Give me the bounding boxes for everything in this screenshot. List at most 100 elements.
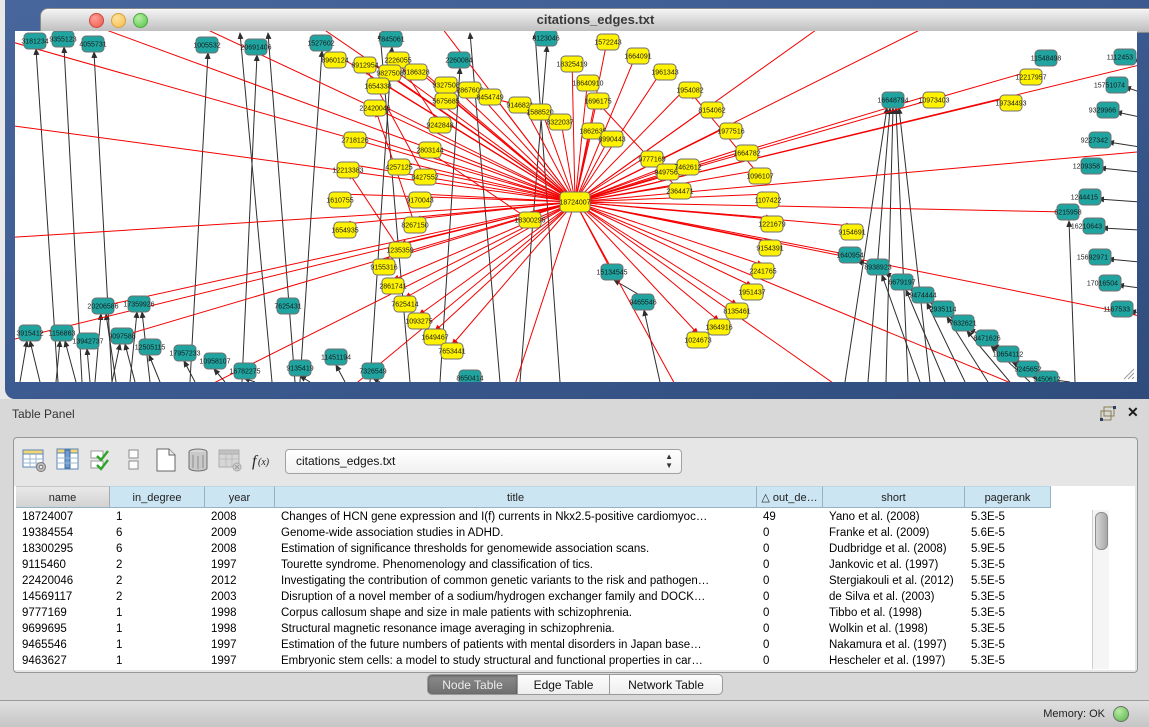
network-edge-directed[interactable] (20, 341, 27, 382)
table-cell: Changes of HCN gene expression and I(f) … (275, 509, 757, 525)
table-cell: Hescheler et al. (1997) (823, 653, 965, 669)
network-node-label: 1024673 (684, 338, 711, 345)
table-row[interactable]: 911546021997Tourette syndrome. Phenomeno… (16, 557, 1096, 573)
network-node-label: 1112453 (1107, 55, 1133, 62)
network-edge-citation[interactable] (575, 71, 1031, 202)
table-cell: 2 (110, 589, 205, 605)
network-edge-citation[interactable] (575, 202, 852, 226)
network-node-label: 8960124 (321, 58, 348, 65)
attribute-table[interactable]: namein_degreeyeartitle△ out_de…shortpage… (14, 486, 1135, 670)
network-edge-directed[interactable] (65, 341, 76, 382)
canvas-resize-grip-icon[interactable] (1121, 366, 1135, 380)
network-edge-citation[interactable] (349, 173, 400, 250)
table-row[interactable]: 977716911998Corpus callosum shape and si… (16, 605, 1096, 621)
float-window-icon[interactable] (1100, 406, 1117, 421)
table-scrollbar[interactable] (1092, 510, 1109, 669)
column-edit-icon[interactable] (54, 446, 82, 474)
network-edge-directed[interactable] (336, 365, 345, 382)
network-edge-directed[interactable] (845, 108, 887, 382)
network-edge-directed[interactable] (644, 310, 660, 382)
column-header-name[interactable]: name (16, 486, 110, 508)
network-edge-citation[interactable] (575, 202, 1068, 212)
network-node-label: 1640954 (836, 253, 863, 260)
column-header-out_de[interactable]: △ out_de… (757, 486, 823, 508)
network-edge-directed[interactable] (149, 355, 160, 382)
network-node-label: 1364916 (705, 325, 732, 332)
network-node-label: 1664091 (624, 54, 651, 61)
citation-network-graph[interactable]: 3181234935512340557311005532206914061527… (15, 31, 1137, 382)
table-cell: Franke et al. (2009) (823, 525, 965, 541)
table-row[interactable]: 946362711997Embryonic stem cells: a mode… (16, 653, 1096, 669)
network-edge-citation[interactable] (103, 202, 575, 306)
network-node-label: 10654112 (993, 352, 1024, 359)
table-cell: 6 (110, 541, 205, 557)
network-edge-directed[interactable] (94, 52, 112, 382)
delete-table-icon[interactable] (184, 446, 212, 474)
network-node-label: 9329966 (1089, 108, 1116, 115)
network-node-label: 8454749 (476, 95, 503, 102)
table-row[interactable]: 2242004622012Investigating the contribut… (16, 573, 1096, 589)
table-cell: 2003 (205, 589, 275, 605)
network-edge-directed[interactable] (87, 349, 90, 382)
function-builder-icon[interactable]: f (x) (249, 446, 277, 474)
tab-node-table[interactable]: Node Table (427, 674, 518, 695)
table-row[interactable]: 1456911722003Disruption of a novel membe… (16, 589, 1096, 605)
new-table-icon[interactable] (152, 446, 180, 474)
network-window-titlebar[interactable]: citations_edges.txt (40, 8, 1149, 33)
network-edge-directed[interactable] (896, 108, 908, 382)
column-header-year[interactable]: year (205, 486, 275, 508)
table-cell: Tibbo et al. (1998) (823, 605, 965, 621)
column-header-pagerank[interactable]: pagerank (965, 486, 1051, 508)
table-cell: 5.3E-5 (965, 653, 1051, 669)
table-row[interactable]: 1872400712008Changes of HCN gene express… (16, 509, 1096, 525)
network-edge-directed[interactable] (300, 51, 322, 382)
network-edge-citation[interactable] (575, 60, 1137, 202)
network-edge-directed[interactable] (899, 108, 930, 382)
network-edge-directed[interactable] (300, 376, 310, 382)
tab-network-table[interactable]: Network Table (610, 674, 723, 695)
network-edge-directed[interactable] (268, 33, 295, 382)
network-edge-citation[interactable] (405, 202, 575, 298)
network-node-label: 1654935 (331, 228, 358, 235)
network-edge-directed[interactable] (1108, 259, 1137, 262)
column-header-title[interactable]: title (275, 486, 757, 508)
network-node-label: 8215958 (1054, 210, 1081, 217)
network-edge-citation[interactable] (440, 119, 575, 202)
table-cell: Corpus callosum shape and size in male p… (275, 605, 757, 621)
network-edge-directed[interactable] (242, 55, 257, 382)
table-row[interactable]: 946554611997Estimation of the future num… (16, 637, 1096, 653)
network-edge-directed[interactable] (184, 361, 195, 382)
column-header-in_degree[interactable]: in_degree (110, 486, 205, 508)
tab-edge-table[interactable]: Edge Table (518, 674, 610, 695)
network-edge-directed[interactable] (1108, 142, 1137, 147)
import-table-icon[interactable] (216, 446, 244, 474)
network-node-label: 15751074 (1094, 83, 1125, 90)
table-row[interactable]: 1938455462009Genome-wide association stu… (16, 525, 1096, 541)
dropdown-arrows-icon: ▲▼ (665, 452, 673, 470)
table-cell: 0 (757, 621, 823, 637)
network-node-label: 9227342 (1081, 138, 1108, 145)
network-edge-citation[interactable] (575, 202, 700, 382)
select-rows-check-icon[interactable] (88, 446, 116, 474)
table-settings-icon[interactable] (20, 446, 48, 474)
table-row[interactable]: 1830029562008Estimation of significance … (16, 541, 1096, 557)
network-edge-directed[interactable] (1100, 168, 1137, 172)
network-edge-directed[interactable] (1098, 199, 1137, 202)
network-edge-directed[interactable] (1102, 228, 1137, 230)
close-panel-icon[interactable]: ✕ (1127, 404, 1139, 421)
rows-icon[interactable] (120, 446, 148, 474)
table-row[interactable]: 969969511998Structural magnetic resonanc… (16, 621, 1096, 637)
network-edge-directed[interactable] (30, 341, 40, 382)
table-scrollbar-thumb[interactable] (1095, 512, 1108, 550)
table-cell: Estimation of the future numbers of pati… (275, 637, 757, 653)
network-node-label: 8471626 (973, 336, 1000, 343)
table-source-dropdown[interactable]: citations_edges.txt ▲▼ (285, 449, 682, 474)
table-cell: 1998 (205, 605, 275, 621)
table-cell: 2008 (205, 509, 275, 525)
column-header-short[interactable]: short (823, 486, 965, 508)
table-cell: 5.3E-5 (965, 605, 1051, 621)
table-cell: 5.3E-5 (965, 621, 1051, 637)
network-edge-directed[interactable] (190, 53, 208, 382)
network-canvas[interactable]: 3181234935512340557311005532206914061527… (15, 31, 1137, 382)
network-node-label: 11451194 (321, 355, 351, 362)
